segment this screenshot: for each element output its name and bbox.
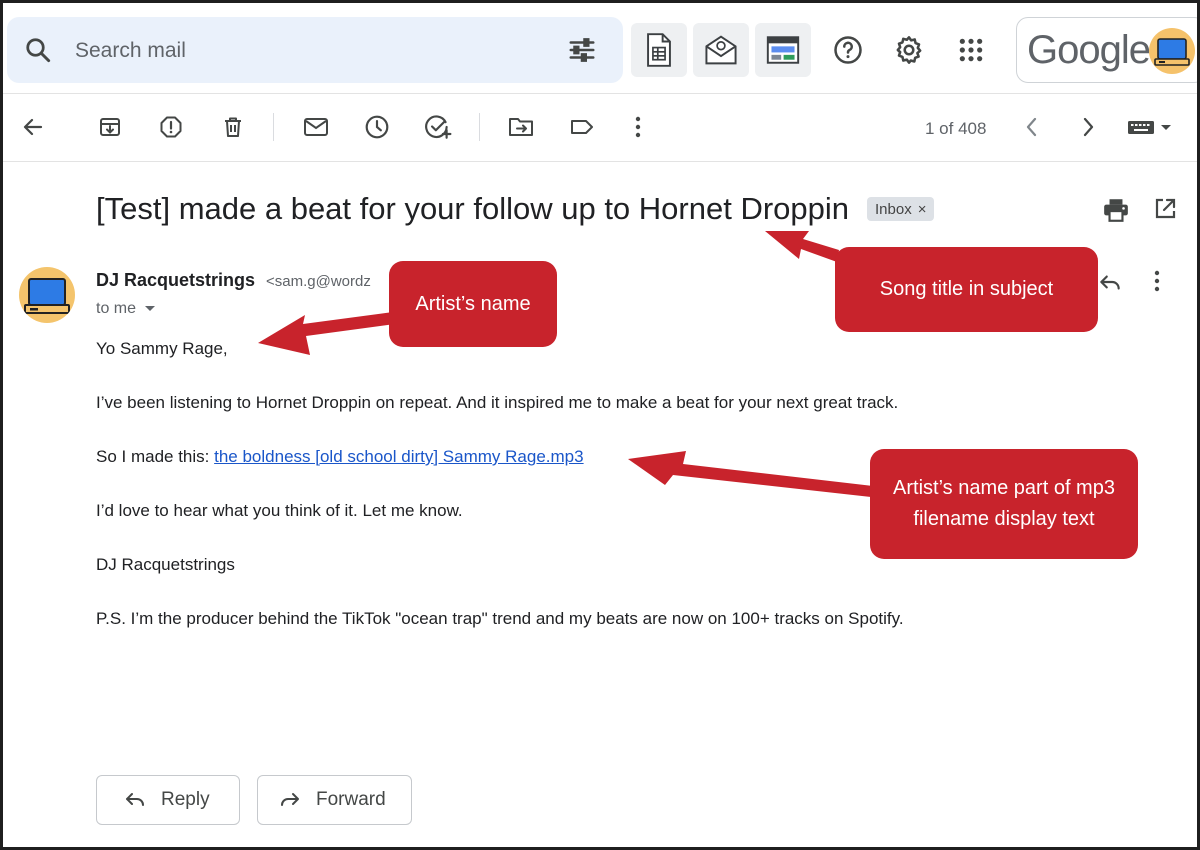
search-icon[interactable] [23,35,53,65]
mp3-filename-callout: Artist’s name part of mp3 filename displ… [870,449,1138,559]
email-app-icon[interactable] [693,23,749,77]
header-divider [3,93,1197,94]
mp3-callout-line1: Artist’s name part of mp3 [893,477,1115,499]
email-signature: DJ Racquetstrings [96,555,235,574]
toolbar-separator [479,113,480,141]
account-avatar[interactable] [1149,28,1195,74]
remove-label-close-icon[interactable]: × [918,201,927,218]
screenshot-frame: Search mail Google 1 of 408 [Test] made … [0,0,1200,850]
print-icon[interactable] [1102,197,1130,225]
search-bar[interactable]: Search mail [7,17,623,83]
mark-unread-mail-icon[interactable] [302,113,330,141]
archive-icon[interactable] [96,113,124,141]
reply-button-label: Reply [161,789,210,810]
email-subject: [Test] made a beat for your follow up to… [96,191,850,226]
recipient-details[interactable]: to me [96,300,156,318]
mp3-arrow [628,451,873,497]
report-spam-icon[interactable] [157,113,185,141]
toolbar-divider [3,161,1197,162]
artist-name-callout: Artist’s name [389,261,557,347]
more-options-icon[interactable] [624,113,652,141]
reply-icon [126,793,144,806]
inbox-label-text: Inbox [875,200,912,218]
search-input[interactable]: Search mail [75,39,186,63]
reply-button[interactable]: Reply [96,775,240,825]
open-new-window-icon[interactable] [1153,197,1179,223]
settings-gear-icon[interactable] [892,33,926,67]
link-prefix-text: So I made this: [96,447,215,466]
input-tools-keyboard-icon[interactable] [1125,113,1175,141]
email-postscript: P.S. I’m the producer behind the TikTok … [96,609,904,628]
google-logo: Google [1027,28,1151,72]
chevron-down-icon[interactable] [144,305,156,313]
message-pager: 1 of 408 [925,119,987,138]
back-arrow-icon[interactable] [19,113,47,141]
email-greeting: Yo Sammy Rage, [96,339,228,358]
mp3-callout-line2: filename display text [913,508,1095,530]
email-paragraph: I’ve been listening to Hornet Droppin on… [96,393,899,412]
newer-chevron-left-icon[interactable] [1018,113,1046,141]
search-options-icon[interactable] [567,35,597,65]
sender-name: DJ Racquetstrings [96,270,256,290]
message-more-options-icon[interactable] [1153,269,1177,297]
mp3-attachment-link[interactable]: the boldness [old school dirty] Sammy Ra… [214,447,583,466]
song-title-callout: Song title in subject [835,247,1098,332]
add-task-icon[interactable] [424,113,452,141]
email-paragraph-link-line: So I made this: the boldness [old school… [96,447,584,467]
help-icon[interactable] [831,33,865,67]
sender-email: <sam.g@wordz [266,273,371,290]
snooze-clock-icon[interactable] [363,113,391,141]
apps-grid-icon[interactable] [954,33,988,67]
forward-icon [281,793,299,806]
song-arrow [765,231,839,262]
sheets-app-icon[interactable] [631,23,687,77]
email-paragraph: I’d love to hear what you think of it. L… [96,501,463,520]
forward-button-label: Forward [316,789,386,810]
inbox-label-chip[interactable]: Inbox × [867,197,935,221]
artist-arrow [258,312,395,355]
label-tag-icon[interactable] [568,113,596,141]
recipient-label: to me [96,300,137,317]
toolbar-separator [273,113,274,141]
delete-trash-icon[interactable] [219,113,247,141]
sender-avatar[interactable] [19,267,75,323]
older-chevron-right-icon[interactable] [1074,113,1102,141]
reply-arrow-icon[interactable] [1097,269,1125,297]
forward-button[interactable]: Forward [257,775,412,825]
slides-app-icon[interactable] [755,23,811,77]
move-to-folder-icon[interactable] [507,113,535,141]
account-box[interactable]: Google [1016,17,1197,83]
